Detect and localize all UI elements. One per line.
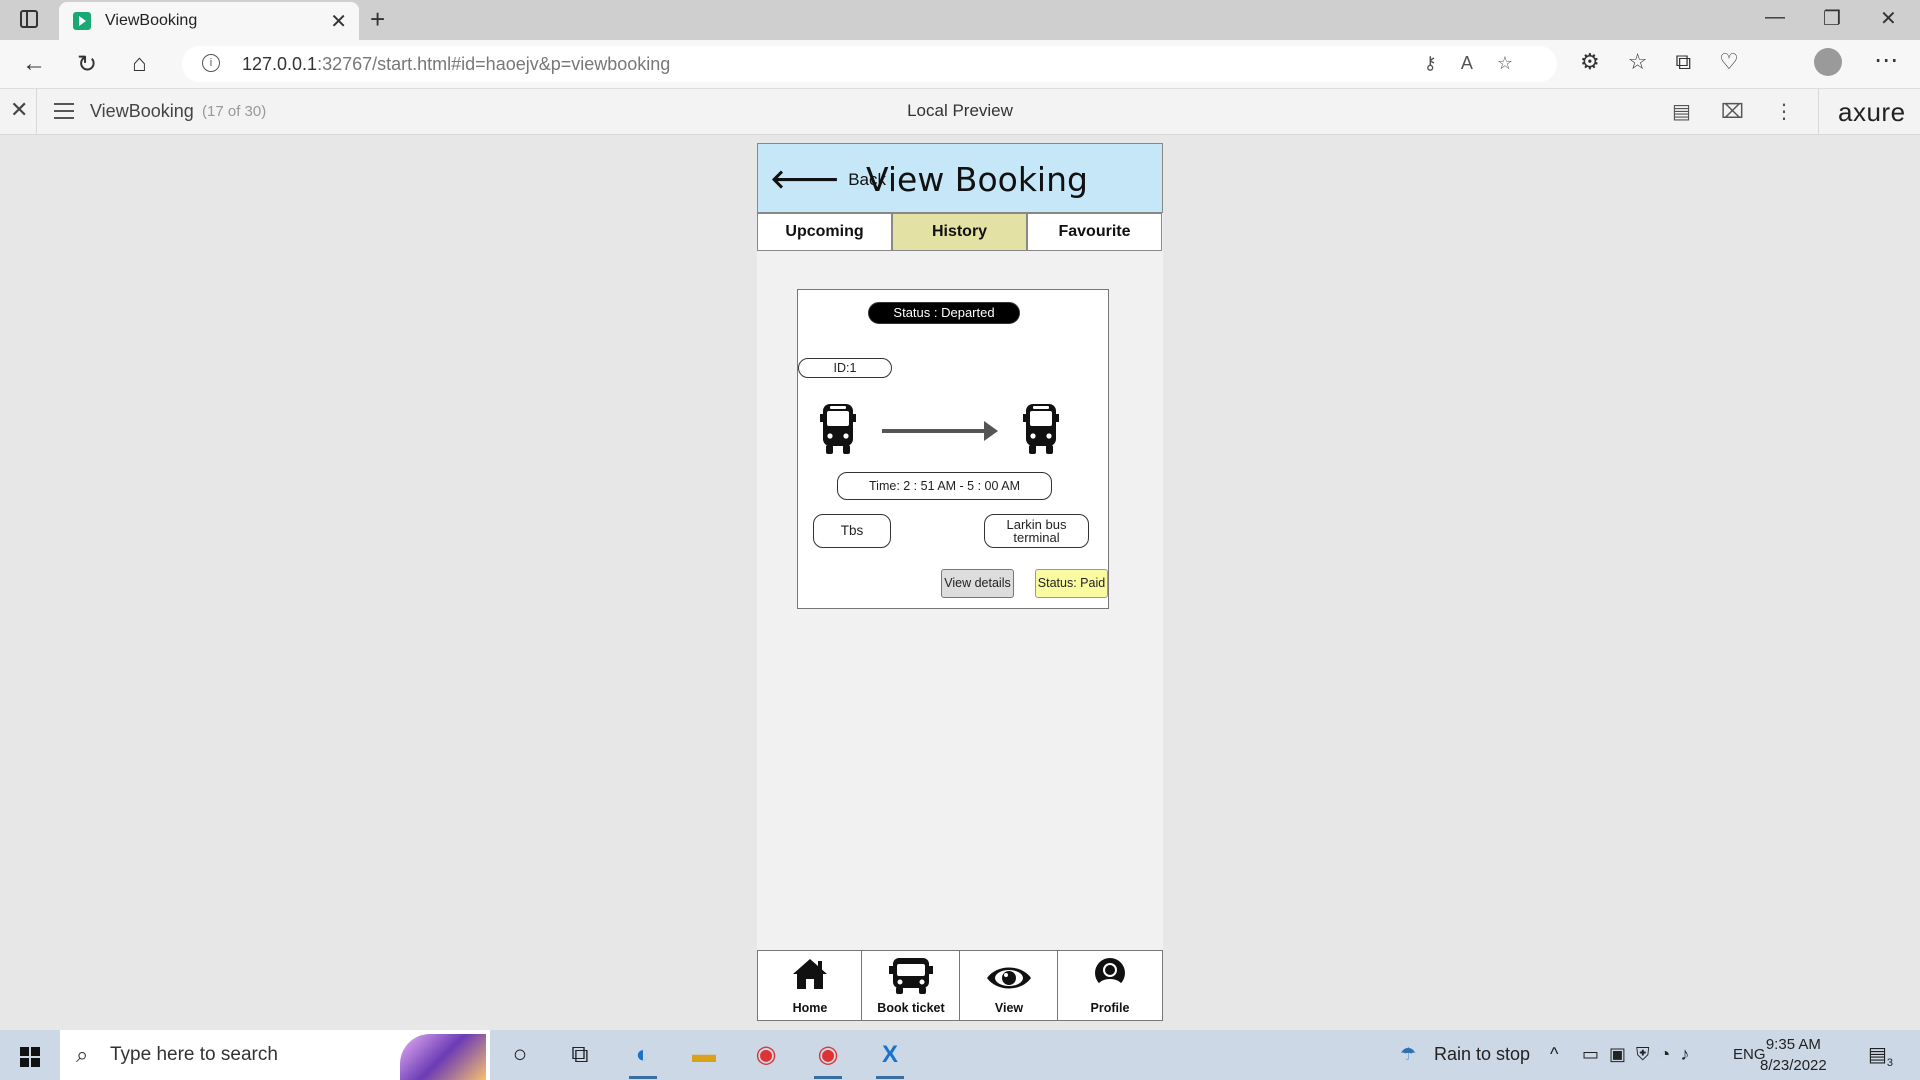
nav-profile-label: Profile	[1090, 1001, 1130, 1015]
extension-icons[interactable]: ⚙☆⧉♡	[1580, 49, 1767, 75]
windows-start-icon[interactable]	[20, 1047, 40, 1067]
nav-view[interactable]: View	[959, 950, 1059, 1021]
site-info-icon[interactable]: i	[202, 54, 220, 72]
url-field[interactable]: i 127.0.0.1:32767/start.html#id=haoejv&p…	[182, 46, 1557, 82]
chrome-profile-icon[interactable]: ◉	[810, 1038, 846, 1079]
trip-time: Time: 2 : 51 AM - 5 : 00 AM	[837, 472, 1052, 500]
more-menu-icon[interactable]: ⋯	[1874, 46, 1898, 75]
show-hidden-icons[interactable]: ^	[1550, 1044, 1558, 1065]
tab-title: ViewBooking	[105, 12, 198, 29]
browser-tab-strip: ViewBooking ✕ + — ❐ ✕	[0, 0, 1920, 40]
clock-date: 8/23/2022	[1760, 1057, 1827, 1074]
booking-tabs: Upcoming History Favourite	[757, 213, 1163, 251]
clock-time: 9:35 AM	[1765, 1036, 1821, 1053]
taskbar-search[interactable]: ⌕ Type here to search	[60, 1030, 490, 1080]
edge-browser-icon[interactable]: ◐	[625, 1038, 661, 1079]
back-nav-icon[interactable]: ←	[22, 50, 46, 78]
nav-book-label: Book ticket	[877, 1001, 945, 1015]
axure-logo: axure	[1838, 97, 1906, 127]
arrow-left-icon: 🡐	[770, 164, 840, 194]
axure-favicon-icon	[73, 12, 91, 30]
user-icon	[1095, 958, 1125, 988]
refresh-icon[interactable]: ↻	[77, 50, 97, 79]
nav-book-ticket[interactable]: Book ticket	[861, 950, 961, 1021]
home-icon	[793, 959, 827, 989]
route-arrow	[882, 429, 986, 433]
page-title: View Booking	[866, 160, 1088, 199]
nav-profile[interactable]: Profile	[1057, 950, 1163, 1021]
view-details-button[interactable]: View details	[941, 569, 1014, 598]
bus-icon	[1023, 404, 1059, 454]
booking-id: ID:1	[798, 358, 892, 378]
status-badge: Status : Departed	[868, 302, 1020, 324]
tab-history[interactable]: History	[892, 213, 1027, 251]
tab-upcoming[interactable]: Upcoming	[757, 213, 892, 251]
bus-icon	[889, 958, 933, 994]
close-tab-icon[interactable]: ✕	[330, 9, 347, 34]
new-tab-icon[interactable]: +	[370, 4, 385, 35]
browser-tab[interactable]: ViewBooking ✕	[59, 2, 359, 40]
system-tray-icons[interactable]: ▭▣⛨◔♪	[1582, 1044, 1699, 1065]
nav-home[interactable]: Home	[757, 950, 863, 1021]
nav-view-label: View	[994, 1001, 1024, 1015]
notifications-icon[interactable]: ▤3	[1868, 1042, 1893, 1069]
search-icon: ⌕	[76, 1042, 89, 1067]
weather-text[interactable]: Rain to stop	[1434, 1044, 1530, 1065]
preview-label: Local Preview	[907, 101, 1013, 120]
weather-icon: ☂	[1400, 1044, 1417, 1064]
chrome-icon[interactable]: ◉	[748, 1038, 784, 1072]
eye-icon	[987, 967, 1031, 989]
clock[interactable]: 9:35 AM 8/23/2022	[1760, 1034, 1827, 1076]
minimize-icon[interactable]: —	[1765, 6, 1785, 29]
address-bar-row: ← ↻ ⌂ i 127.0.0.1:32767/start.html#id=ha…	[0, 40, 1920, 89]
nav-home-label: Home	[792, 1001, 828, 1015]
home-nav-icon[interactable]: ⌂	[132, 50, 147, 78]
booking-card: Status : Departed ID:1 Time: 2 : 51 AM -…	[797, 289, 1109, 609]
tab-actions-icon[interactable]	[20, 10, 38, 28]
bottom-navigation: Home Book ticket View Profile	[757, 950, 1163, 1021]
task-view-icon[interactable]: ⧉	[562, 1038, 598, 1072]
toolbar-right-icons[interactable]: ▤⌧⋮	[1672, 99, 1824, 124]
restore-icon[interactable]: ❐	[1823, 6, 1841, 31]
divider	[1818, 89, 1819, 134]
axure-app-icon[interactable]: X	[872, 1038, 908, 1079]
profile-avatar[interactable]	[1814, 48, 1842, 76]
arrow-right-icon	[984, 421, 998, 441]
search-placeholder: Type here to search	[110, 1044, 278, 1065]
mobile-prototype: 🡐 Back View Booking Upcoming History Fav…	[757, 143, 1163, 1021]
tab-favourite[interactable]: Favourite	[1027, 213, 1162, 251]
search-highlight-image	[400, 1034, 486, 1080]
destination-stop: Larkin bus terminal	[984, 514, 1089, 548]
url-text: 127.0.0.1:32767/start.html#id=haoejv&p=v…	[242, 54, 671, 74]
app-header: 🡐 Back View Booking	[757, 143, 1163, 213]
origin-stop: Tbs	[813, 514, 891, 548]
bus-icon	[820, 404, 856, 454]
payment-status-badge: Status: Paid	[1035, 569, 1108, 598]
cortana-icon[interactable]: ○	[502, 1038, 538, 1072]
file-explorer-icon[interactable]: ▬	[686, 1038, 722, 1072]
url-action-icons[interactable]: ⚷A☆	[1424, 53, 1537, 74]
close-window-icon[interactable]: ✕	[1880, 6, 1897, 31]
axure-toolbar: ✕ ViewBooking (17 of 30) Local Preview ▤…	[0, 89, 1920, 135]
taskbar: ⌕ Type here to search ○ ⧉ ◐ ▬ ◉ ◉ X ☂ Ra…	[0, 1030, 1920, 1080]
notification-count: 3	[1886, 1057, 1894, 1069]
